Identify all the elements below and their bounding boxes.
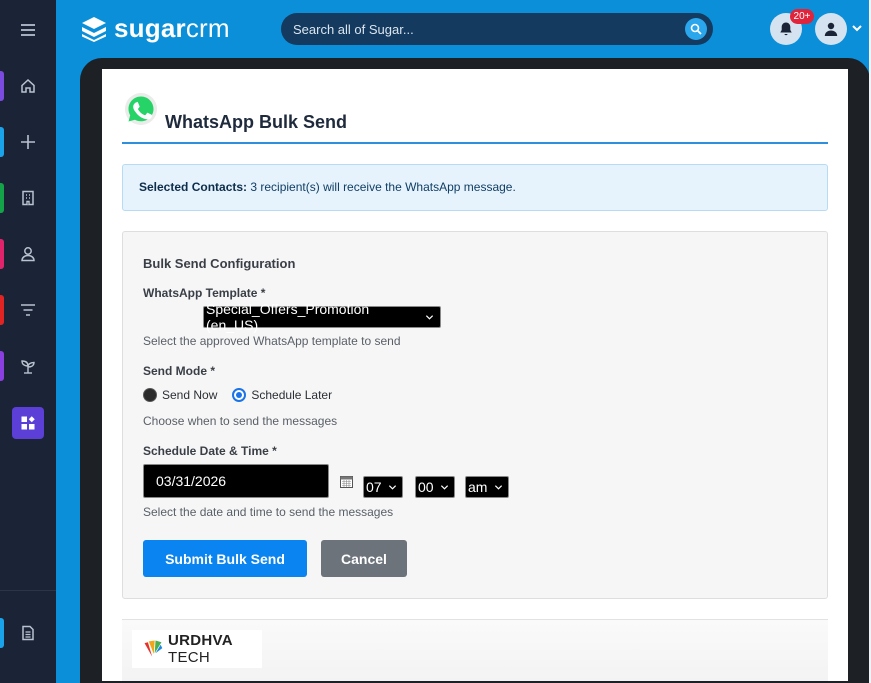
filter-icon[interactable]: [12, 294, 44, 326]
schedule-label: Schedule Date & Time *: [143, 444, 277, 458]
cancel-button[interactable]: Cancel: [321, 540, 407, 577]
schedule-help: Select the date and time to send the mes…: [143, 505, 394, 519]
sidebar-mark-accounts: [0, 183, 4, 213]
document-icon[interactable]: [12, 617, 44, 649]
sidebar-mark-home: [0, 71, 4, 101]
user-menu-button[interactable]: [815, 13, 847, 45]
whatsapp-bulk-send-dialog: WhatsApp Bulk Send Selected Contacts: 3 …: [102, 69, 848, 681]
sugarcrm-logo[interactable]: sugarcrm: [80, 13, 230, 44]
chevron-down-icon: [388, 484, 397, 490]
template-label: WhatsApp Template *: [143, 286, 266, 300]
vendor-footer: URDHVA TECH: [122, 619, 828, 681]
search-input[interactable]: [293, 21, 673, 37]
selected-contacts-banner: Selected Contacts: 3 recipient(s) will r…: [122, 164, 828, 211]
send-now-radio[interactable]: [143, 388, 157, 402]
brand-thin-text: TECH: [168, 649, 211, 666]
info-text: 3 recipient(s) will receive the WhatsApp…: [250, 180, 516, 194]
user-icon: [824, 22, 838, 36]
sugar-cube-icon: [82, 16, 106, 42]
ampm-select[interactable]: am: [465, 476, 509, 498]
notification-badge: 20+: [790, 9, 814, 24]
hour-value: 07: [366, 479, 382, 495]
search-icon: [690, 23, 702, 35]
bulk-send-configuration: Bulk Send Configuration WhatsApp Templat…: [122, 231, 828, 599]
sprout-icon[interactable]: [12, 350, 44, 382]
bell-icon: [780, 22, 792, 36]
submit-bulk-send-button[interactable]: Submit Bulk Send: [143, 540, 307, 577]
send-now-label[interactable]: Send Now: [162, 388, 217, 402]
chevron-down-icon: [494, 484, 503, 490]
schedule-later-label[interactable]: Schedule Later: [251, 388, 332, 402]
sidebar-mark-documents: [0, 618, 4, 648]
ampm-value: am: [468, 479, 488, 495]
contact-icon[interactable]: [12, 238, 44, 270]
dialog-header: WhatsApp Bulk Send: [122, 91, 828, 144]
chevron-down-icon: [425, 314, 434, 320]
logo-thin-text: crm: [185, 13, 230, 43]
send-mode-label: Send Mode *: [143, 364, 216, 378]
global-search[interactable]: [281, 13, 713, 45]
calendar-icon[interactable]: [340, 475, 353, 488]
chevron-down-icon[interactable]: [851, 22, 863, 34]
info-label: Selected Contacts:: [139, 180, 248, 194]
whatsapp-icon: [125, 93, 157, 125]
sidebar-mark-leads: [0, 295, 4, 325]
minute-select[interactable]: 00: [415, 476, 455, 498]
template-select[interactable]: Special_Offers_Promotion (en_US): [203, 301, 441, 333]
template-selected-value: Special_Offers_Promotion (en_US): [206, 301, 370, 333]
send-mode-group: Send Now Schedule Later: [143, 388, 332, 402]
menu-icon[interactable]: [12, 14, 44, 46]
dashboard-icon[interactable]: [12, 407, 44, 439]
urdhva-tech-logo: URDHVA TECH: [132, 630, 262, 668]
plus-icon[interactable]: [12, 126, 44, 158]
schedule-later-radio[interactable]: [232, 388, 247, 402]
sidebar-mark-contacts: [0, 239, 4, 269]
logo-bold-text: sugar: [114, 13, 186, 43]
sidebar-mark-create: [0, 127, 4, 157]
sidebar-divider: [0, 590, 56, 591]
chevron-down-icon: [440, 484, 449, 490]
brand-bold-text: URDHVA: [168, 632, 233, 649]
urdhva-logo-mark-icon: [144, 640, 163, 657]
send-mode-help: Choose when to send the messages: [143, 414, 338, 428]
sidebar-mark-opportunities: [0, 351, 4, 381]
template-help: Select the approved WhatsApp template to…: [143, 334, 401, 348]
home-icon[interactable]: [12, 70, 44, 102]
dialog-title: WhatsApp Bulk Send: [165, 112, 348, 132]
building-icon[interactable]: [12, 182, 44, 214]
hour-select[interactable]: 07: [363, 476, 403, 498]
search-button[interactable]: [685, 18, 707, 40]
top-header: sugarcrm 20+: [56, 0, 871, 58]
schedule-date-input[interactable]: 03/31/2026: [143, 464, 329, 498]
minute-value: 00: [418, 479, 434, 495]
config-title: Bulk Send Configuration: [143, 256, 296, 271]
left-sidebar: [0, 0, 56, 683]
